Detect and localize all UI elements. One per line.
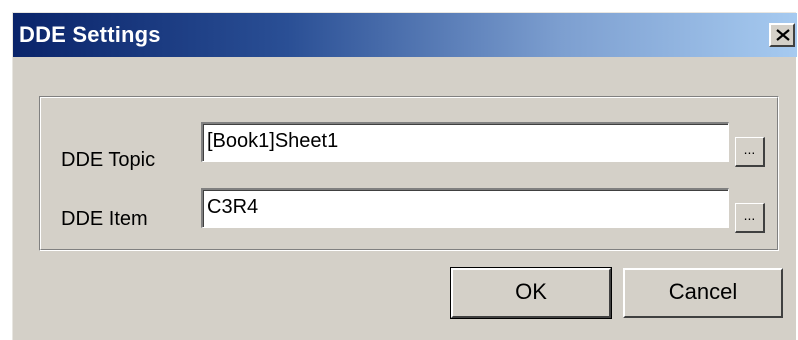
dde-topic-browse-button[interactable]: ... xyxy=(735,137,765,167)
dde-item-field[interactable]: C3R4 xyxy=(201,188,729,228)
ok-button[interactable]: OK xyxy=(450,267,612,319)
window-title: DDE Settings xyxy=(19,22,161,47)
dde-settings-dialog: DDE Settings DDE Topic [Book1]Sheet1 ...… xyxy=(12,12,797,340)
dde-item-browse-button[interactable]: ... xyxy=(735,203,765,233)
dde-topic-label: DDE Topic xyxy=(61,149,156,171)
close-button[interactable] xyxy=(769,23,795,47)
cancel-button[interactable]: Cancel xyxy=(623,268,783,318)
dde-item-label: DDE Item xyxy=(61,208,148,230)
title-bar[interactable]: DDE Settings xyxy=(13,13,797,57)
dde-topic-field[interactable]: [Book1]Sheet1 xyxy=(201,122,729,162)
